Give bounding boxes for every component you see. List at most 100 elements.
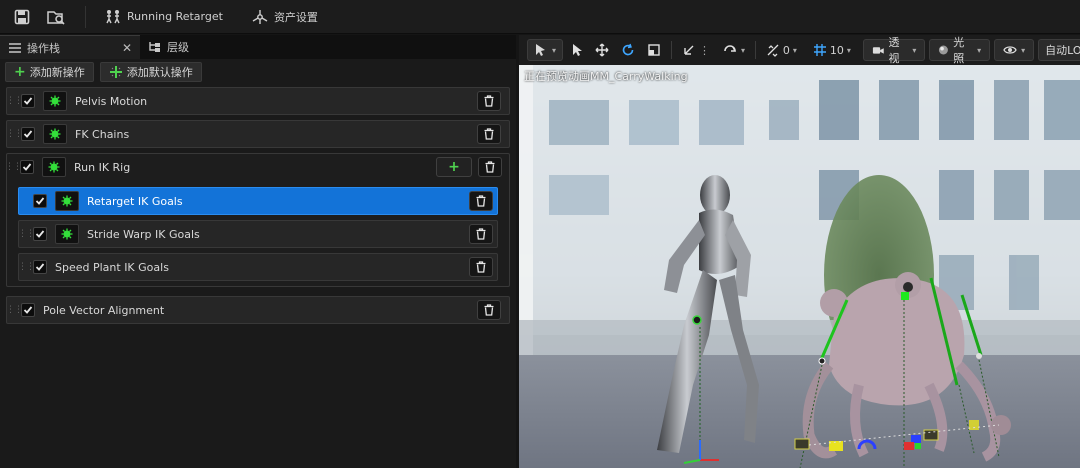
- lod-auto-button[interactable]: 自动LOD: [1038, 39, 1080, 61]
- op-enabled-checkbox[interactable]: [21, 303, 35, 317]
- delete-op-button[interactable]: [469, 191, 493, 211]
- delete-op-button[interactable]: [477, 124, 501, 144]
- drag-handle[interactable]: ⋮⋮: [18, 221, 35, 247]
- rotation-snap-value: 0: [782, 43, 790, 57]
- surface-snap-button[interactable]: ▾: [718, 39, 749, 61]
- camera-icon: [872, 47, 884, 54]
- stack-icon: [9, 42, 21, 53]
- trash-icon: [484, 128, 494, 140]
- trash-icon: [476, 261, 486, 273]
- trash-icon: [484, 95, 494, 107]
- op-pelvis-motion[interactable]: ⋮⋮ Pelvis Motion: [6, 87, 510, 115]
- rotate-tool-icon[interactable]: [617, 39, 639, 61]
- perspective-label: 透视: [888, 36, 900, 65]
- tab-op-stack[interactable]: 操作栈 ✕: [0, 35, 140, 59]
- close-tab-icon[interactable]: ✕: [122, 41, 132, 55]
- save-icon[interactable]: [7, 0, 37, 34]
- drag-handle[interactable]: ⋮⋮: [18, 254, 35, 280]
- preview-animation-label: 正在预览动画MM_CarryWalking: [524, 70, 688, 83]
- op-gear-icon: [43, 91, 67, 111]
- browse-asset-icon[interactable]: [41, 0, 71, 34]
- tab-hierarchy[interactable]: 层级: [140, 35, 200, 59]
- lod-auto-label: 自动LOD: [1045, 44, 1080, 57]
- trash-icon: [476, 228, 486, 240]
- coordinate-space-icon[interactable]: ⋮: [678, 39, 714, 61]
- toolbar-separator: [671, 41, 672, 59]
- show-flags-button[interactable]: ▾: [994, 39, 1035, 61]
- drag-handle[interactable]: ⋮⋮: [6, 121, 23, 147]
- tab-hierarchy-label: 层级: [167, 41, 189, 54]
- op-speed-plant-ik-goals[interactable]: ⋮⋮ Speed Plant IK Goals: [18, 253, 498, 281]
- op-enabled-checkbox[interactable]: [21, 94, 35, 108]
- delete-op-button[interactable]: [477, 91, 501, 111]
- hierarchy-icon: [149, 42, 160, 52]
- op-label: Stride Warp IK Goals: [87, 227, 200, 241]
- delete-op-button[interactable]: [469, 257, 493, 277]
- asset-settings-label: 资产设置: [273, 10, 318, 24]
- op-pole-vector-alignment[interactable]: ⋮⋮ Pole Vector Alignment: [6, 296, 510, 324]
- grid-snap-value: 10: [829, 43, 844, 57]
- op-enabled-checkbox[interactable]: [33, 194, 47, 208]
- drag-handle[interactable]: ⋮⋮: [6, 297, 23, 323]
- op-actions-bar: + 添加新操作 添加默认操作: [0, 59, 516, 85]
- add-new-op-label: 添加新操作: [29, 66, 85, 79]
- running-retarget-button[interactable]: Running Retarget: [96, 0, 231, 34]
- op-enabled-checkbox[interactable]: [33, 227, 47, 241]
- drag-handle[interactable]: ⋮⋮: [6, 88, 23, 114]
- op-label: Run IK Rig: [74, 160, 131, 174]
- delete-op-button[interactable]: [469, 224, 493, 244]
- drag-handle[interactable]: [19, 188, 33, 214]
- add-child-op-button[interactable]: +: [436, 157, 472, 177]
- delete-op-button[interactable]: [477, 300, 501, 320]
- perspective-button[interactable]: 透视 ▾: [862, 36, 926, 65]
- add-default-ops-button[interactable]: 添加默认操作: [99, 62, 202, 82]
- main-toolbar: Running Retarget 资产设置: [0, 0, 1080, 34]
- op-label: Retarget IK Goals: [87, 194, 183, 208]
- lighting-button[interactable]: 光照 ▾: [929, 36, 991, 65]
- op-enabled-checkbox[interactable]: [20, 160, 34, 174]
- op-fk-chains[interactable]: ⋮⋮ FK Chains: [6, 120, 510, 148]
- op-gear-icon: [55, 191, 79, 211]
- op-label: Pelvis Motion: [75, 94, 148, 108]
- rotation-snap-icon: [767, 44, 779, 57]
- snap-icon: [724, 45, 737, 52]
- drag-handle[interactable]: ⋮⋮: [5, 153, 22, 181]
- select-tool-icon[interactable]: [567, 39, 587, 61]
- delete-op-button[interactable]: [478, 157, 502, 177]
- toolbar-separator: [754, 41, 756, 59]
- op-enabled-checkbox[interactable]: [21, 127, 35, 141]
- viewport-options-button[interactable]: ▾: [527, 39, 564, 61]
- op-enabled-checkbox[interactable]: [33, 260, 47, 274]
- asset-settings-button[interactable]: 资产设置: [243, 0, 326, 34]
- lighting-label: 光照: [953, 36, 965, 65]
- rotation-snap-button[interactable]: 0 ▾: [762, 39, 801, 61]
- viewport[interactable]: ▾ ⋮ ▾ 0▾ 10▾ 透视▾ 光照▾ ▾ 自动LOD: [519, 35, 1080, 468]
- asset-settings-icon: [252, 9, 268, 24]
- op-run-ik-rig[interactable]: ⋮⋮ Run IK Rig +: [5, 153, 510, 181]
- scale-tool-icon[interactable]: [643, 39, 665, 61]
- viewport-scene: [519, 65, 1080, 468]
- trash-icon: [484, 304, 494, 316]
- add-new-op-button[interactable]: + 添加新操作: [5, 62, 94, 82]
- trash-icon: [485, 161, 495, 173]
- add-default-icon: [109, 66, 122, 78]
- grid-icon: [813, 44, 826, 56]
- tab-op-stack-label: 操作栈: [27, 41, 60, 55]
- op-gear-icon: [55, 224, 79, 244]
- lighting-icon: [939, 45, 949, 55]
- eye-icon: [1003, 46, 1017, 54]
- op-gear-icon: [42, 157, 66, 177]
- viewport-menu-icon: [536, 44, 545, 56]
- plus-icon: +: [448, 159, 460, 175]
- running-retarget-label: Running Retarget: [127, 10, 223, 23]
- op-retarget-ik-goals[interactable]: Retarget IK Goals: [18, 187, 498, 215]
- add-default-ops-label: 添加默认操作: [126, 66, 193, 79]
- retarget-icon: [106, 9, 120, 23]
- op-stride-warp-ik-goals[interactable]: ⋮⋮ Stride Warp IK Goals: [18, 220, 498, 248]
- panel-tabbar: 操作栈 ✕ 层级: [0, 35, 516, 59]
- op-label: FK Chains: [75, 127, 130, 141]
- op-label: Pole Vector Alignment: [43, 303, 165, 317]
- grid-snap-button[interactable]: 10 ▾: [809, 39, 855, 61]
- viewport-toolbar: ▾ ⋮ ▾ 0▾ 10▾ 透视▾ 光照▾ ▾ 自动LOD: [519, 35, 1080, 65]
- translate-tool-icon[interactable]: [591, 39, 613, 61]
